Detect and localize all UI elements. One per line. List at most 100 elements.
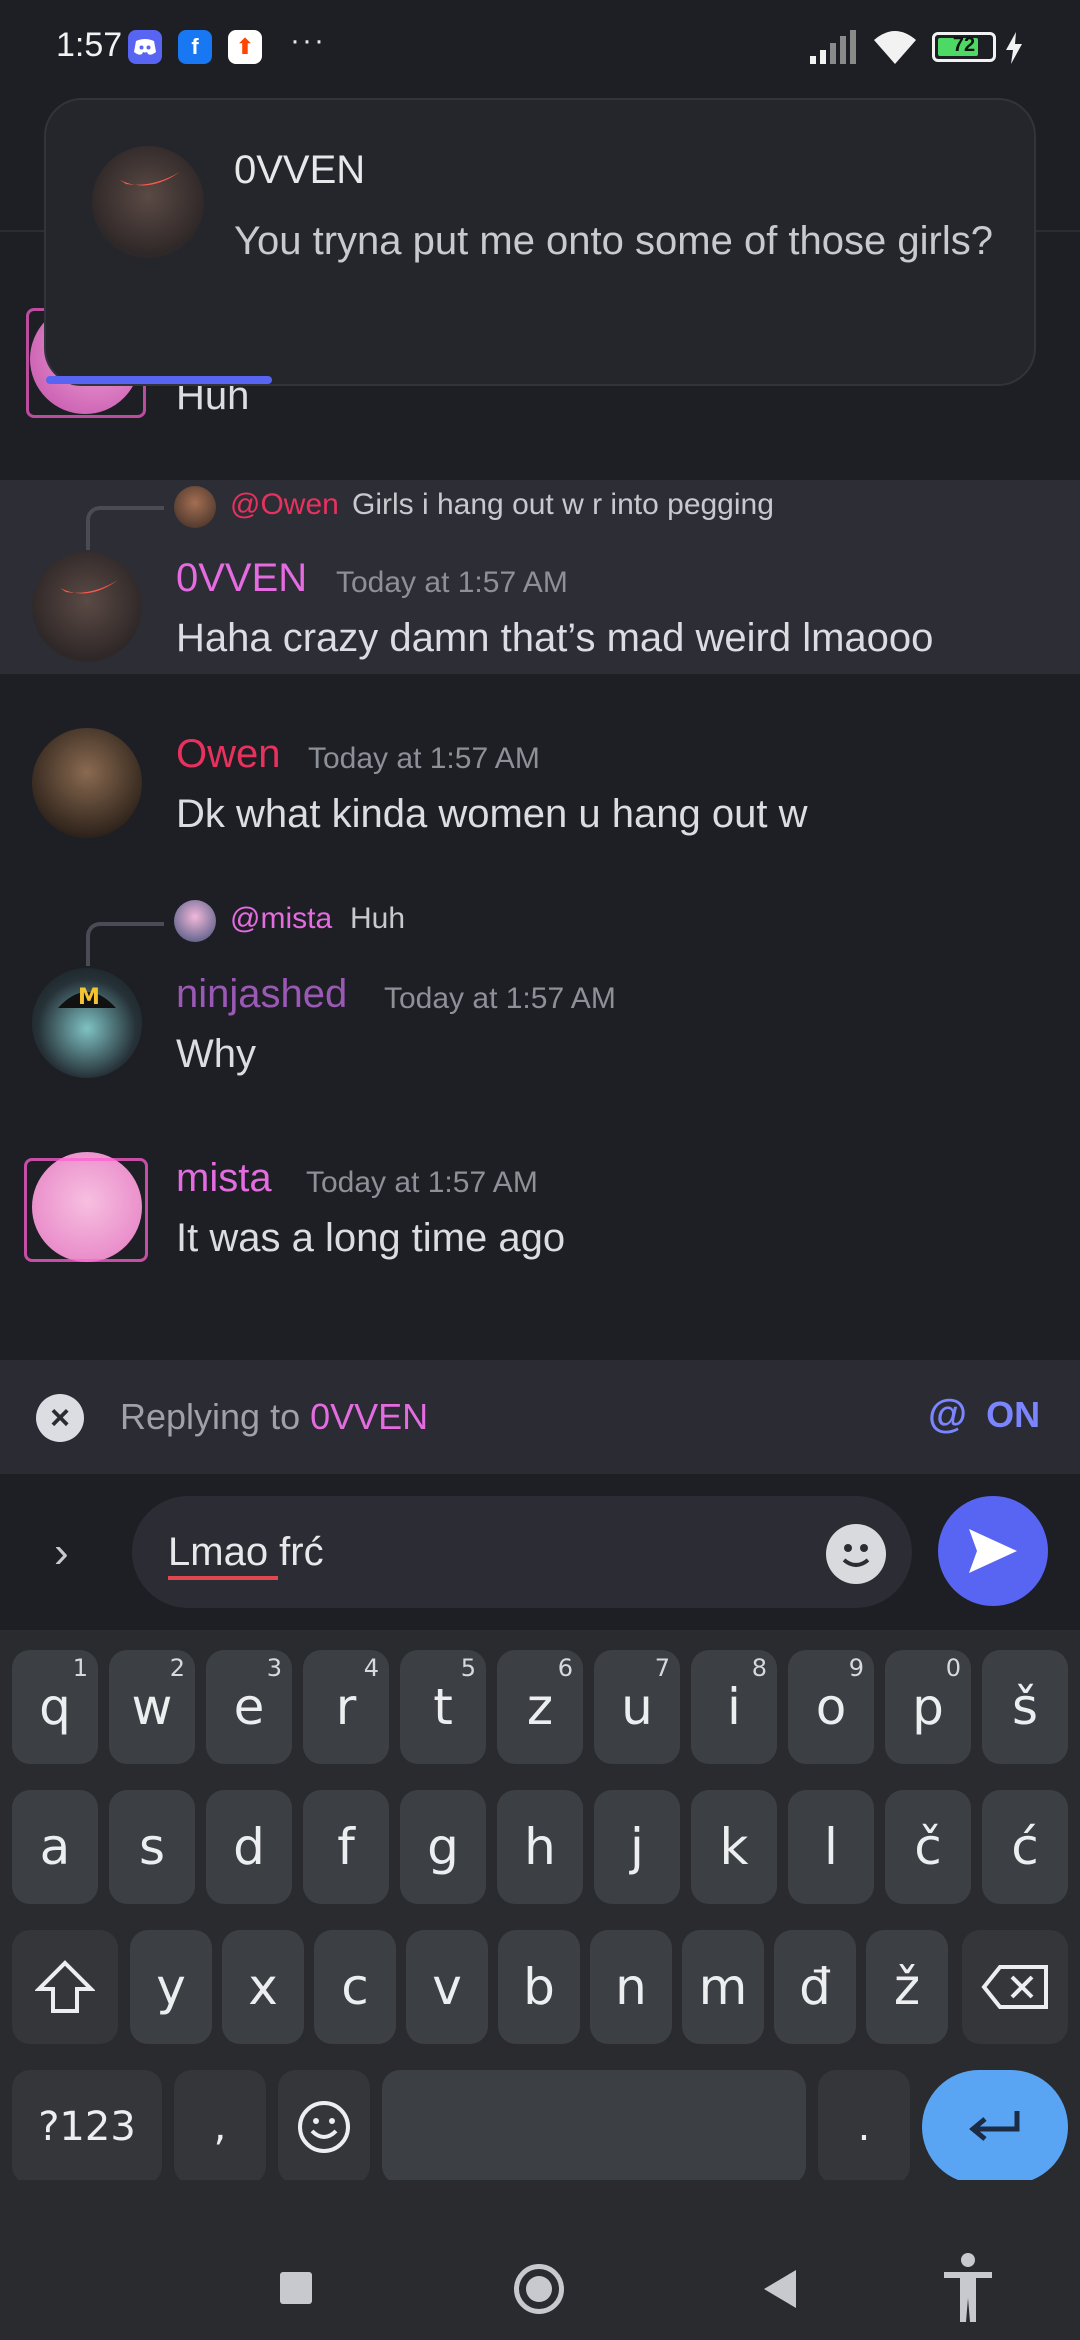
home-button[interactable] (514, 2264, 564, 2314)
reply-prefix: Replying to (120, 1396, 311, 1437)
reply-preview-text[interactable]: Huh (350, 902, 405, 936)
wifi-icon (874, 31, 916, 64)
back-button[interactable] (760, 2268, 800, 2310)
message-row-highlighted[interactable]: @Owen Girls i hang out w r into pegging … (0, 480, 1080, 674)
user-avatar-ovven[interactable] (32, 552, 142, 662)
key-q[interactable]: q1 (12, 1650, 98, 1764)
timestamp: Today at 1:57 AM (384, 982, 616, 1015)
reply-connector (86, 922, 164, 966)
key-w[interactable]: w2 (109, 1650, 195, 1764)
space-key[interactable] (382, 2070, 806, 2184)
key-d-stroke[interactable]: đ (774, 1930, 856, 2044)
key-l[interactable]: l (788, 1790, 874, 1904)
reply-avatar (174, 900, 216, 942)
user-avatar-owen[interactable] (32, 728, 142, 838)
reply-bar: × Replying to 0VVEN @ ON (0, 1360, 1080, 1474)
key-u[interactable]: u7 (594, 1650, 680, 1764)
comma-key[interactable]: , (174, 2070, 266, 2184)
shift-key[interactable] (12, 1930, 118, 2044)
reply-preview-text[interactable]: Girls i hang out w r into pegging (352, 488, 774, 522)
message-input[interactable]: Lmao frć (132, 1496, 912, 1608)
send-icon (969, 1529, 1017, 1573)
key-r[interactable]: r4 (303, 1650, 389, 1764)
upload-icon: ⬆ (228, 30, 262, 64)
key-m[interactable]: m (682, 1930, 764, 2044)
reply-mention[interactable]: @Owen (230, 488, 339, 522)
message-input-text[interactable]: Lmao frć (168, 1530, 324, 1575)
emoji-key[interactable] (278, 2070, 370, 2184)
key-h[interactable]: h (497, 1790, 583, 1904)
message-row[interactable]: mista Today at 1:57 AM It was a long tim… (0, 1140, 1080, 1290)
chevron-right-icon[interactable]: › (54, 1528, 69, 1578)
close-reply-icon[interactable]: × (36, 1394, 84, 1442)
reply-avatar (174, 486, 216, 528)
send-button[interactable] (938, 1496, 1048, 1606)
username[interactable]: Owen (176, 732, 281, 777)
composer: › Lmao frć (0, 1474, 1080, 1630)
notification-avatar (92, 146, 204, 258)
status-bar: 1:57 f ⬆ ··· 72 (0, 0, 1080, 96)
key-d[interactable]: d (206, 1790, 292, 1904)
key-c[interactable]: c (314, 1930, 396, 2044)
reply-mention[interactable]: @mista (230, 902, 332, 936)
svg-text:M: M (78, 985, 100, 1010)
notification-banner[interactable]: 0VVEN You tryna put me onto some of thos… (44, 98, 1036, 386)
message-text: Why (176, 1032, 256, 1076)
key-y[interactable]: y (130, 1930, 212, 2044)
timestamp: Today at 1:57 AM (336, 566, 568, 599)
timestamp: Today at 1:57 AM (306, 1166, 538, 1199)
status-time: 1:57 (56, 26, 123, 64)
key-p[interactable]: p0 (885, 1650, 971, 1764)
key-k[interactable]: k (691, 1790, 777, 1904)
at-icon: @ (928, 1392, 968, 1436)
accessibility-icon[interactable] (940, 2252, 996, 2324)
reply-connector (86, 506, 164, 550)
key-t[interactable]: t5 (400, 1650, 486, 1764)
username[interactable]: mista (176, 1156, 272, 1201)
enter-key[interactable] (922, 2070, 1068, 2184)
message-row[interactable]: @mista Huh M ninjashed Today at 1:57 AM … (0, 890, 1080, 1090)
key-o[interactable]: o9 (788, 1650, 874, 1764)
battery-icon: 72 (932, 32, 996, 62)
key-b[interactable]: b (498, 1930, 580, 2044)
key-c-caron[interactable]: č (885, 1790, 971, 1904)
key-f[interactable]: f (303, 1790, 389, 1904)
key-c-acute[interactable]: ć (982, 1790, 1068, 1904)
key-j[interactable]: j (594, 1790, 680, 1904)
facebook-icon: f (178, 30, 212, 64)
key-s[interactable]: s (109, 1790, 195, 1904)
backspace-icon (981, 1965, 1048, 2009)
key-a[interactable]: a (12, 1790, 98, 1904)
key-e[interactable]: e3 (206, 1650, 292, 1764)
symbols-key[interactable]: ?123 (12, 2070, 162, 2184)
smile-icon (298, 2101, 350, 2153)
period-key[interactable]: . (818, 2070, 910, 2184)
key-x[interactable]: x (222, 1930, 304, 2044)
key-z-caron[interactable]: ž (866, 1930, 948, 2044)
username[interactable]: ninjashed (176, 972, 347, 1017)
notification-text: You tryna put me onto some of those girl… (234, 219, 993, 263)
user-avatar-ninjashed[interactable]: M (32, 968, 142, 1078)
smile-icon (842, 1544, 870, 1567)
more-notifications-icon: ··· (290, 24, 326, 57)
recents-button[interactable] (280, 2272, 312, 2304)
username[interactable]: 0VVEN (176, 556, 307, 601)
mention-toggle-button[interactable]: @ ON (928, 1392, 1040, 1437)
message-row[interactable]: Owen Today at 1:57 AM Dk what kinda wome… (0, 720, 1080, 870)
timestamp: Today at 1:57 AM (308, 742, 540, 775)
key-z[interactable]: z6 (497, 1650, 583, 1764)
message-text: It was a long time ago (176, 1216, 566, 1260)
spellcheck-underline (168, 1576, 278, 1580)
notification-progress (46, 376, 272, 384)
backspace-key[interactable] (962, 1930, 1068, 2044)
message-text: Haha crazy damn that’s mad weird lmaooo (176, 616, 934, 660)
key-i[interactable]: i8 (691, 1650, 777, 1764)
mention-state: ON (986, 1394, 1041, 1435)
key-n[interactable]: n (590, 1930, 672, 2044)
key-g[interactable]: g (400, 1790, 486, 1904)
system-navigation-bar (0, 2180, 1080, 2340)
emoji-button[interactable] (826, 1524, 886, 1584)
key-v[interactable]: v (406, 1930, 488, 2044)
signal-icon (810, 30, 856, 64)
key-s-caron[interactable]: š (982, 1650, 1068, 1764)
